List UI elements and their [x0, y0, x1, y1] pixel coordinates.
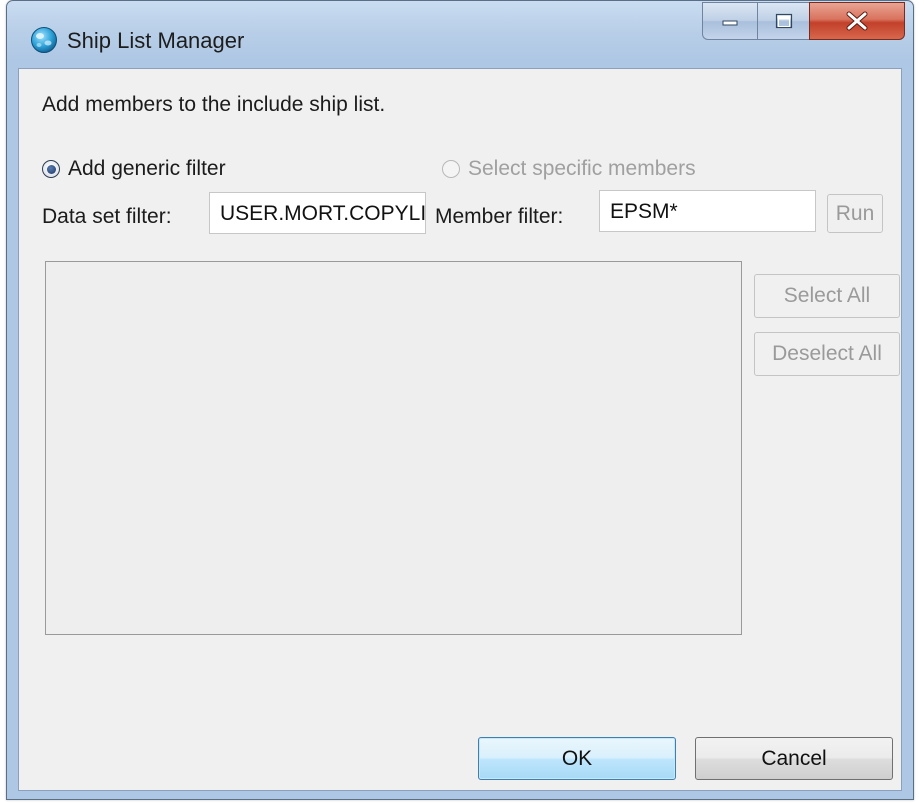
close-button[interactable]	[809, 2, 905, 40]
radio-generic-filter[interactable]: Add generic filter	[42, 157, 226, 181]
radio-selected-icon[interactable]	[42, 160, 60, 178]
radio-unselected-icon[interactable]	[442, 160, 460, 178]
ok-button[interactable]: OK	[478, 737, 676, 780]
minimize-button[interactable]	[702, 2, 757, 40]
deselect-all-button[interactable]: Deselect All	[754, 332, 900, 376]
dataset-filter-label: Data set filter:	[42, 205, 172, 228]
maximize-button[interactable]	[757, 2, 809, 40]
dataset-filter-input[interactable]: USER.MORT.COPYLIB	[209, 192, 426, 234]
member-filter-input[interactable]: EPSM*	[599, 190, 816, 232]
globe-icon	[31, 27, 57, 53]
dialog-body: Add members to the include ship list. Ad…	[18, 68, 902, 791]
maximize-icon	[775, 13, 792, 29]
instruction-text: Add members to the include ship list.	[42, 93, 386, 116]
cancel-button[interactable]: Cancel	[695, 737, 893, 780]
window-title: Ship List Manager	[67, 28, 245, 53]
member-filter-label: Member filter:	[435, 205, 564, 228]
members-list[interactable]	[45, 261, 742, 635]
radio-specific-label: Select specific members	[468, 157, 696, 180]
close-icon	[846, 11, 868, 31]
radio-dot	[46, 164, 56, 174]
select-all-button[interactable]: Select All	[754, 274, 900, 318]
run-button[interactable]: Run	[827, 194, 883, 233]
radio-specific-members[interactable]: Select specific members	[442, 157, 696, 181]
dialog-window: Ship List Manager Add members to the inc…	[6, 0, 914, 800]
minimize-icon	[722, 20, 738, 26]
title-bar[interactable]: Ship List Manager	[7, 1, 913, 69]
radio-generic-label: Add generic filter	[68, 157, 226, 180]
caption-buttons	[702, 2, 905, 40]
